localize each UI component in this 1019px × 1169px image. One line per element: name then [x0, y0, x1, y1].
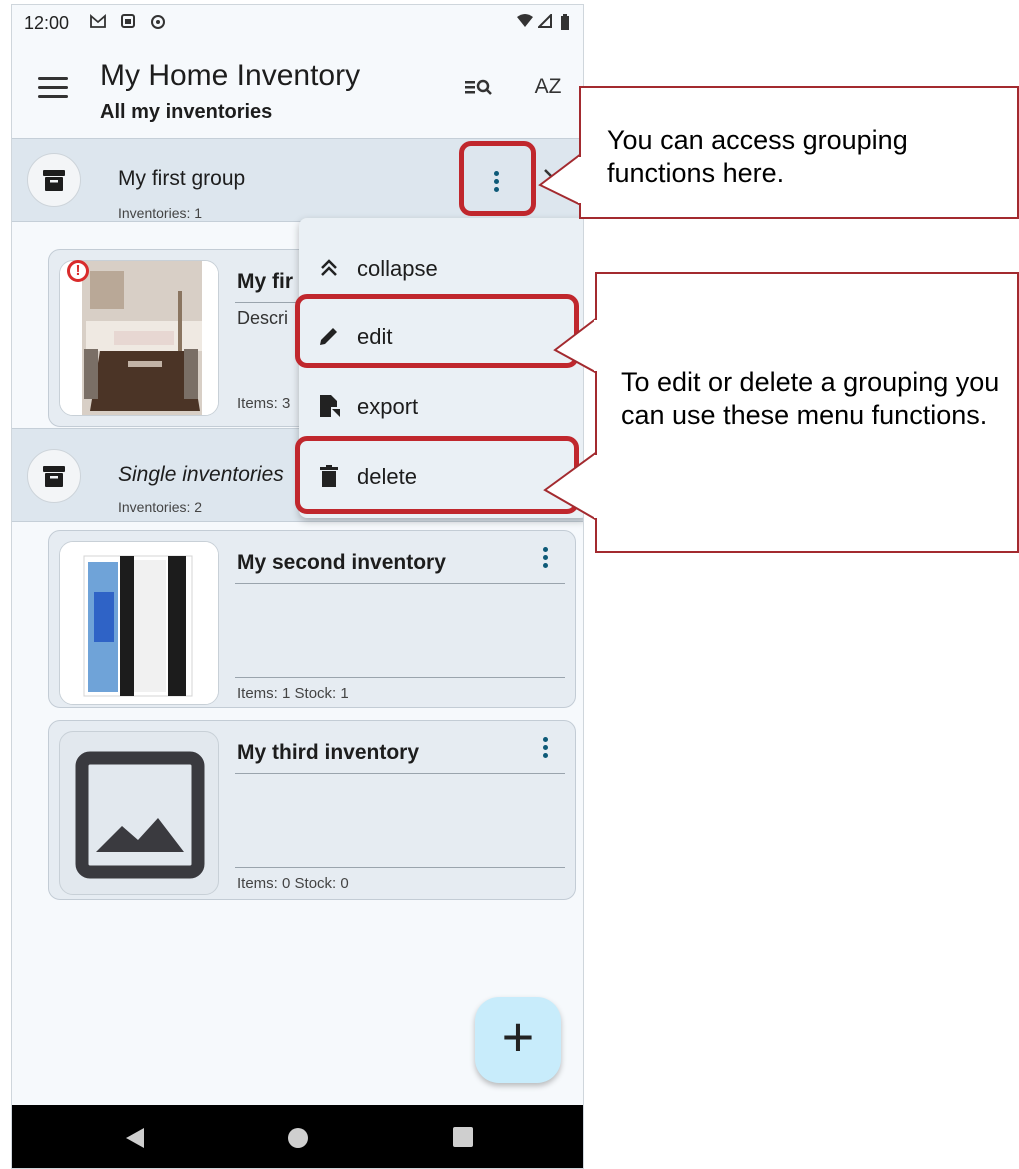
callout-edit-delete: To edit or delete a grouping you can use…	[595, 272, 1019, 553]
callout-grouping-functions: You can access grouping functions here.	[579, 86, 1019, 219]
callout-text: You can access grouping functions here.	[607, 125, 908, 188]
callout-text: To edit or delete a grouping you can use…	[621, 367, 1000, 430]
callout-joint	[594, 455, 598, 518]
callout-joint	[578, 157, 582, 203]
callout-joint	[594, 320, 598, 371]
